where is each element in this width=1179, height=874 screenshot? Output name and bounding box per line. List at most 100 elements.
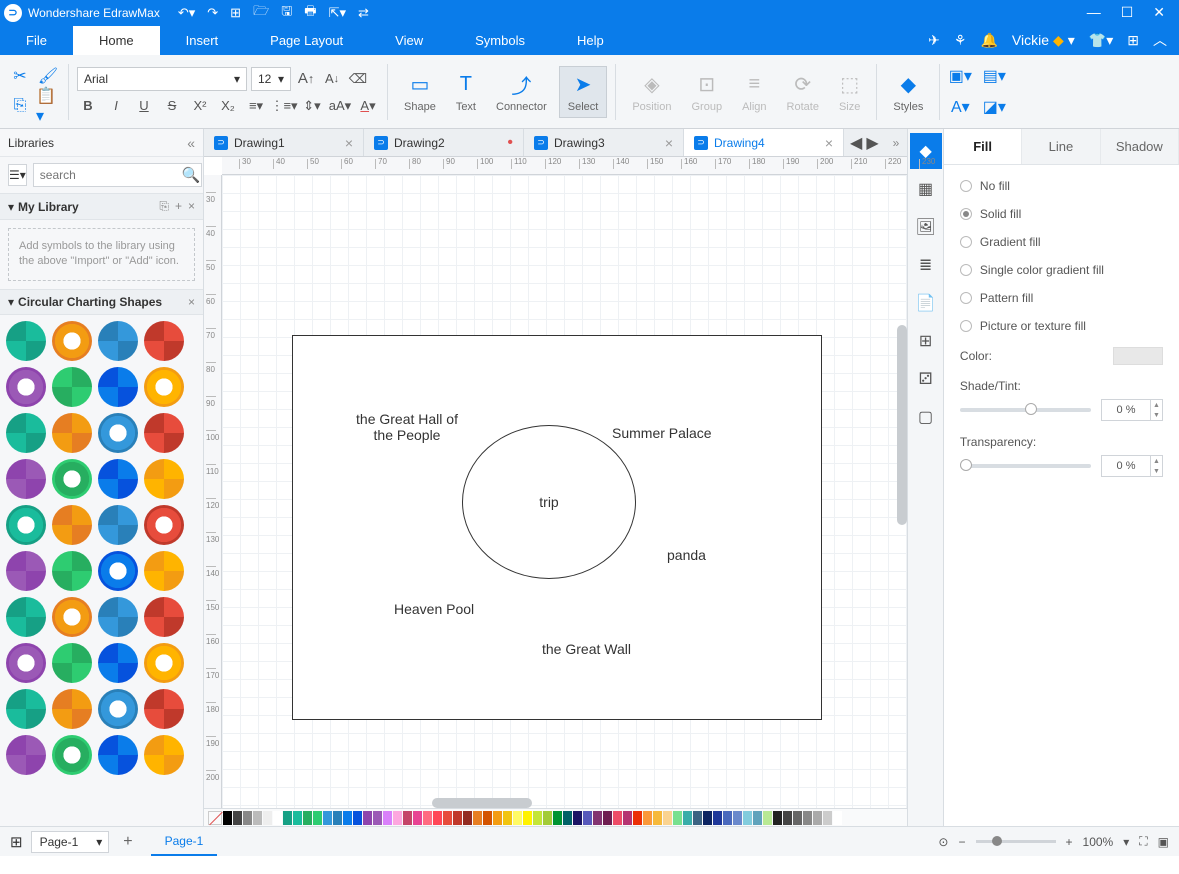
- shape-thumb[interactable]: [6, 413, 46, 453]
- shape-thumb[interactable]: [144, 459, 184, 499]
- cut-icon[interactable]: ✂: [8, 64, 32, 88]
- no-color-swatch[interactable]: [208, 811, 222, 825]
- canvas[interactable]: trip the Great Hall of the People Summer…: [222, 175, 907, 808]
- color-swatch[interactable]: [303, 811, 312, 825]
- color-swatch[interactable]: [563, 811, 572, 825]
- color-swatch[interactable]: [613, 811, 622, 825]
- fill-option-5[interactable]: Picture or texture fill: [960, 319, 1163, 333]
- shape-thumb[interactable]: [144, 689, 184, 729]
- color-swatch[interactable]: [633, 811, 642, 825]
- color-swatch[interactable]: [723, 811, 732, 825]
- bell-icon[interactable]: 🔔: [980, 32, 997, 49]
- image-panel-icon[interactable]: 🖼: [910, 209, 942, 245]
- shape-thumb[interactable]: [6, 597, 46, 637]
- subscript-icon[interactable]: X₂: [217, 95, 239, 117]
- scrollbar-horizontal[interactable]: [432, 798, 532, 808]
- zoom-in-icon[interactable]: +: [1066, 835, 1073, 849]
- shape-thumb[interactable]: [144, 551, 184, 591]
- bullets-icon[interactable]: ≡▾: [245, 95, 267, 117]
- apps-icon[interactable]: ⊞: [1127, 32, 1139, 49]
- color-swatch[interactable]: [263, 811, 272, 825]
- page-layout-icon[interactable]: ⊞: [10, 833, 23, 851]
- position-tool[interactable]: ◈Position: [624, 67, 679, 117]
- menu-symbols[interactable]: Symbols: [449, 26, 551, 55]
- color-swatch[interactable]: [413, 811, 422, 825]
- add-page-icon[interactable]: +: [123, 833, 132, 851]
- color-swatch[interactable]: [573, 811, 582, 825]
- color-swatch[interactable]: [463, 811, 472, 825]
- doc-tab-drawing4[interactable]: ⊃Drawing4×: [684, 129, 844, 156]
- color-swatch[interactable]: [293, 811, 302, 825]
- prop-tab-line[interactable]: Line: [1022, 129, 1100, 164]
- remove-section-icon[interactable]: ×: [188, 295, 195, 309]
- color-swatch[interactable]: [503, 811, 512, 825]
- increase-font-icon[interactable]: A↑: [295, 68, 317, 90]
- color-swatch[interactable]: [1113, 347, 1163, 365]
- shape-thumb[interactable]: [6, 505, 46, 545]
- font-family-select[interactable]: Arial▾: [77, 67, 247, 91]
- shape-thumb[interactable]: [52, 367, 92, 407]
- copy-icon[interactable]: ⎘: [8, 94, 32, 118]
- label-great-wall[interactable]: the Great Wall: [542, 641, 631, 657]
- line-spacing-icon[interactable]: ⇕▾: [301, 95, 323, 117]
- menu-home[interactable]: Home: [73, 26, 160, 55]
- strikethrough-icon[interactable]: S: [161, 95, 183, 117]
- minimize-icon[interactable]: —: [1087, 4, 1101, 21]
- shape-thumb[interactable]: [52, 551, 92, 591]
- color-swatch[interactable]: [533, 811, 542, 825]
- shape-thumb[interactable]: [98, 597, 138, 637]
- color-swatch[interactable]: [833, 811, 842, 825]
- open-icon[interactable]: 🗁: [253, 2, 269, 24]
- shape-thumb[interactable]: [98, 505, 138, 545]
- search-input[interactable]: [33, 163, 202, 187]
- shape-thumb[interactable]: [6, 321, 46, 361]
- color-swatch[interactable]: [643, 811, 652, 825]
- shape-thumb[interactable]: [144, 505, 184, 545]
- fullscreen-icon[interactable]: ▣: [1158, 835, 1169, 849]
- color-swatch[interactable]: [793, 811, 802, 825]
- text-tool[interactable]: TText: [448, 67, 484, 117]
- paste-icon[interactable]: 📋▾: [36, 94, 60, 118]
- color-swatch[interactable]: [623, 811, 632, 825]
- new-icon[interactable]: ⊞: [230, 5, 241, 21]
- color-swatch[interactable]: [423, 811, 432, 825]
- shape-thumb[interactable]: [98, 367, 138, 407]
- undo-icon[interactable]: ↶▾: [178, 5, 195, 21]
- line-weight-icon[interactable]: ▤▾: [982, 64, 1006, 88]
- fill-color-icon[interactable]: ▣▾: [948, 64, 972, 88]
- color-swatch[interactable]: [823, 811, 832, 825]
- color-swatch[interactable]: [523, 811, 532, 825]
- rotate-tool[interactable]: ⟳Rotate: [779, 67, 827, 117]
- save-icon[interactable]: 🖫: [281, 2, 292, 24]
- close-icon[interactable]: ✕: [1153, 4, 1165, 21]
- color-swatch[interactable]: [403, 811, 412, 825]
- color-swatch[interactable]: [713, 811, 722, 825]
- shape-thumb[interactable]: [52, 459, 92, 499]
- fill-option-2[interactable]: Gradient fill: [960, 235, 1163, 249]
- shape-thumb[interactable]: [52, 413, 92, 453]
- menu-insert[interactable]: Insert: [160, 26, 245, 55]
- page-tab[interactable]: Page-1: [151, 828, 218, 856]
- shape-thumb[interactable]: [98, 413, 138, 453]
- color-swatch[interactable]: [483, 811, 492, 825]
- color-swatch[interactable]: [443, 811, 452, 825]
- shape-thumb[interactable]: [52, 689, 92, 729]
- color-swatch[interactable]: [223, 811, 232, 825]
- font-color-icon[interactable]: A▾: [357, 95, 379, 117]
- label-heaven-pool[interactable]: Heaven Pool: [394, 601, 474, 617]
- color-swatch[interactable]: [343, 811, 352, 825]
- color-swatch[interactable]: [253, 811, 262, 825]
- select-tool[interactable]: ➤Select: [559, 66, 608, 118]
- shadow-icon[interactable]: ◪▾: [982, 95, 1006, 119]
- shape-thumb[interactable]: [6, 367, 46, 407]
- color-swatch[interactable]: [763, 811, 772, 825]
- color-swatch[interactable]: [363, 811, 372, 825]
- color-swatch[interactable]: [333, 811, 342, 825]
- format-painter-icon[interactable]: 🖌: [36, 64, 60, 88]
- fill-option-4[interactable]: Pattern fill: [960, 291, 1163, 305]
- page-dropdown[interactable]: Page-1▾: [31, 831, 110, 853]
- shape-thumb[interactable]: [6, 735, 46, 775]
- color-swatch[interactable]: [683, 811, 692, 825]
- transparency-value[interactable]: 0 %: [1101, 455, 1151, 477]
- transparency-slider[interactable]: [960, 464, 1091, 468]
